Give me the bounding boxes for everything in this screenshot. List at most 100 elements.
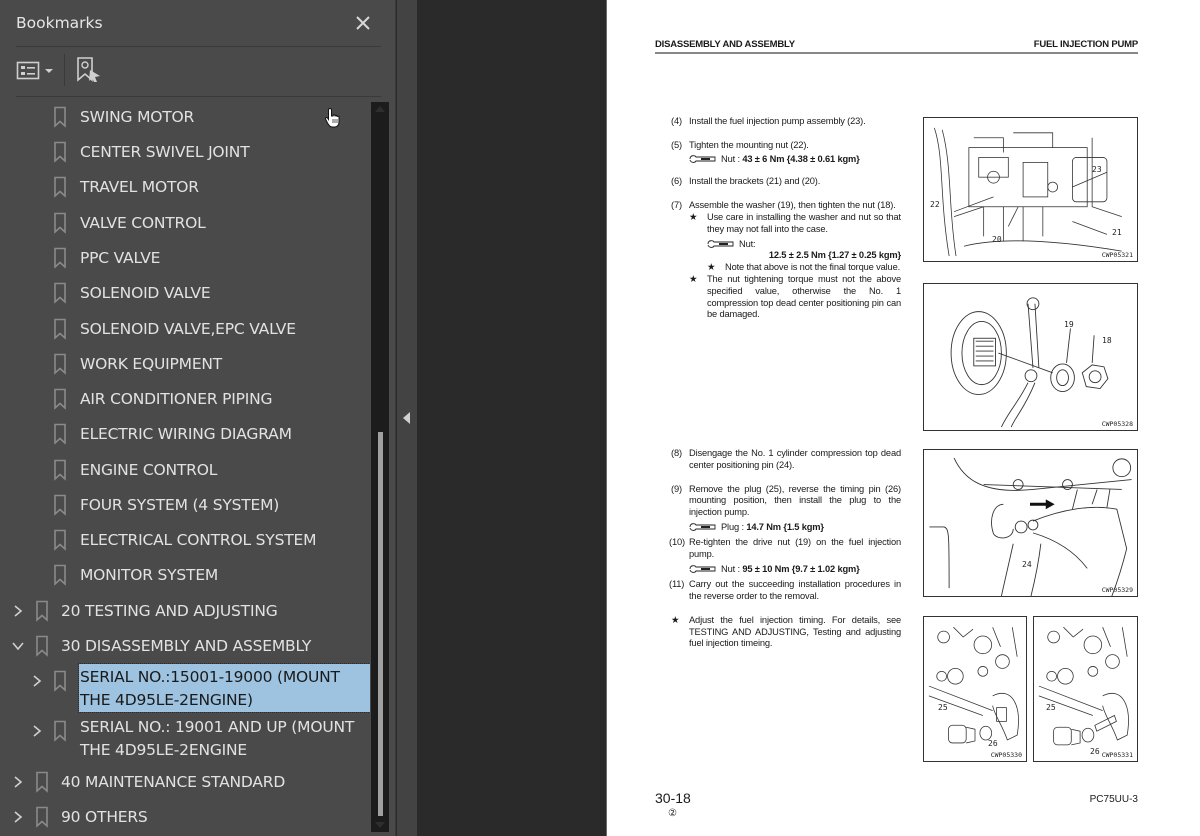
- bookmark-icon: [53, 318, 67, 340]
- bookmark-item[interactable]: WORK EQUIPMENT: [0, 347, 370, 382]
- step-9: (9) Remove the plug (25), reverse the tim…: [671, 483, 901, 518]
- step-5: (5) Tighten the mounting nut (22).: [671, 139, 809, 150]
- bookmark-item[interactable]: 40 MAINTENANCE STANDARD: [0, 765, 370, 800]
- torque-spec: Nut : 43 ± 6 Nm {4.38 ± 0.61 kgm}: [671, 154, 901, 166]
- bookmark-item[interactable]: PPC VALVE: [0, 241, 370, 276]
- bookmark-label: ENGINE CONTROL: [80, 461, 218, 479]
- bookmark-label: CENTER SWIVEL JOINT: [80, 143, 250, 161]
- toolbar-divider: [64, 54, 65, 86]
- bookmark-item[interactable]: SWING MOTOR: [0, 100, 370, 135]
- chevron-right-icon[interactable]: [11, 810, 25, 824]
- bookmark-item[interactable]: SOLENOID VALVE: [0, 276, 370, 311]
- bookmark-item[interactable]: ENGINE CONTROL: [0, 453, 370, 488]
- page-header-topic: FUEL INJECTION PUMP: [1033, 39, 1138, 50]
- scroll-down-arrow[interactable]: [375, 822, 385, 828]
- chevron-right-icon[interactable]: [30, 724, 44, 738]
- bookmark-item[interactable]: SERIAL NO.:15001-19000 (MOUNT THE 4D95LE…: [0, 663, 370, 713]
- divider: [16, 46, 381, 47]
- bookmark-label: PPC VALVE: [80, 249, 161, 267]
- chevron-down-icon[interactable]: [11, 639, 25, 653]
- bookmark-icon: [53, 353, 67, 375]
- bookmark-label: MONITOR SYSTEM: [80, 566, 219, 584]
- bookmark-item[interactable]: FOUR SYSTEM (4 SYSTEM): [0, 488, 370, 523]
- bookmark-item[interactable]: MONITOR SYSTEM: [0, 558, 370, 593]
- figure-pump-assembly: 23 22 20 21 CWP05321: [923, 117, 1138, 262]
- torque-wrench-icon: [689, 154, 716, 163]
- collapse-arrow-icon[interactable]: [403, 412, 410, 424]
- bookmark-icon: [35, 600, 49, 622]
- bookmark-icon: [35, 806, 49, 828]
- bookmark-icon: [53, 388, 67, 410]
- bookmark-icon: [53, 494, 67, 516]
- chevron-down-icon: [45, 69, 53, 73]
- bookmark-label: SERIAL NO.:15001-19000 (MOUNT THE 4D95LE…: [78, 663, 370, 713]
- bookmark-icon: [53, 720, 67, 742]
- bookmark-tree: SWING MOTOR CENTER SWIVEL JOINT TRAVEL MOT…: [0, 92, 370, 836]
- bookmark-label: ELECTRICAL CONTROL SYSTEM: [80, 531, 317, 549]
- steps-block-1: (4) Install the fuel injection pump assem…: [671, 116, 901, 321]
- step-7: (7) Assemble the washer (19), then tighte…: [671, 200, 896, 211]
- pin-illustration: [929, 457, 1132, 596]
- chevron-right-icon[interactable]: [11, 775, 25, 789]
- note: ★ Use care in installing the washer and n…: [689, 211, 901, 234]
- bookmark-item[interactable]: 90 OTHERS: [0, 800, 370, 835]
- scroll-up-arrow[interactable]: [375, 106, 385, 112]
- bookmark-icon: [53, 247, 67, 269]
- page-header-section: DISASSEMBLY AND ASSEMBLY: [655, 39, 795, 50]
- bookmark-item[interactable]: ELECTRIC WIRING DIAGRAM: [0, 417, 370, 452]
- step-11: (11) Carry out the succeeding installatio…: [669, 579, 901, 601]
- bookmark-item[interactable]: SOLENOID VALVE,EPC VALVE: [0, 312, 370, 347]
- bookmark-label: 20 TESTING AND ADJUSTING: [61, 602, 278, 620]
- model-number: PC75UU-3: [1089, 794, 1138, 805]
- bookmark-icon: [53, 106, 67, 128]
- steps-block-2: (8) Disengage the No. 1 cylinder compress…: [669, 448, 901, 650]
- bookmark-item[interactable]: VALVE CONTROL: [0, 206, 370, 241]
- torque-wrench-icon: [689, 523, 716, 531]
- torque-spec: Plug : 14.7 Nm {1.5 kgm}: [671, 522, 901, 534]
- torque-wrench-icon: [689, 565, 716, 574]
- panel-title: Bookmarks: [16, 14, 103, 32]
- torque-spec: Nut: 12.5 ± 2.5 Nm {1.27 ± 0.25 kgm}: [689, 239, 901, 263]
- bookmarks-scrollbar[interactable]: [371, 102, 389, 832]
- list-options-icon: [16, 61, 40, 80]
- bookmark-item[interactable]: 20 TESTING AND ADJUSTING: [0, 594, 370, 629]
- step-4: (4) Install the fuel injection pump assem…: [671, 116, 866, 126]
- figure-washer-nut: 19 18 CWP05328: [923, 283, 1138, 431]
- pdf-page: DISASSEMBLY AND ASSEMBLY FUEL INJECTION …: [606, 0, 1200, 836]
- collapse-panel-strip[interactable]: [397, 0, 417, 836]
- bookmark-item[interactable]: 30 DISASSEMBLY AND ASSEMBLY: [0, 629, 370, 664]
- bookmark-label: TRAVEL MOTOR: [80, 178, 199, 196]
- timing-pin-reversed-illustration: [1038, 626, 1129, 746]
- close-icon[interactable]: [353, 12, 373, 34]
- bookmark-icon: [53, 176, 67, 198]
- scroll-thumb[interactable]: [378, 432, 383, 816]
- bookmark-item[interactable]: CENTER SWIVEL JOINT: [0, 135, 370, 170]
- bookmark-item[interactable]: TRAVEL MOTOR: [0, 170, 370, 205]
- bookmark-label: ELECTRIC WIRING DIAGRAM: [80, 425, 292, 443]
- chevron-right-icon[interactable]: [11, 604, 25, 618]
- bookmarks-panel: Bookmarks SWING MOTOR CENTER SWIVEL JOIN…: [0, 0, 396, 836]
- bookmark-label: AIR CONDITIONER PIPING: [80, 390, 273, 408]
- hand-pointer-cursor-icon: [324, 107, 340, 128]
- bookmark-label: VALVE CONTROL: [80, 214, 206, 232]
- note: ★ Adjust the fuel injection timing. For d…: [671, 614, 901, 649]
- find-current-bookmark-icon[interactable]: [76, 56, 102, 84]
- bookmarks-header: Bookmarks: [16, 12, 379, 34]
- chevron-right-icon[interactable]: [30, 674, 44, 688]
- bookmark-icon: [35, 635, 49, 657]
- bookmark-label: FOUR SYSTEM (4 SYSTEM): [80, 496, 280, 514]
- bookmark-label: SOLENOID VALVE,EPC VALVE: [80, 320, 296, 338]
- bookmark-label: 90 OTHERS: [61, 808, 148, 826]
- torque-wrench-icon: [707, 239, 734, 248]
- bookmark-item[interactable]: AIR CONDITIONER PIPING: [0, 382, 370, 417]
- bookmark-icon: [53, 459, 67, 481]
- bookmark-icon: [53, 670, 67, 692]
- bookmark-label: 30 DISASSEMBLY AND ASSEMBLY: [61, 637, 312, 655]
- step-8: (8) Disengage the No. 1 cylinder compress…: [671, 448, 901, 470]
- pdf-viewer: Bookmarks SWING MOTOR CENTER SWIVEL JOIN…: [0, 0, 1200, 836]
- bookmark-icon: [53, 529, 67, 551]
- options-menu-button[interactable]: [16, 59, 56, 83]
- figure-positioning-pin: 24 CWP05329: [923, 449, 1138, 597]
- bookmark-item[interactable]: SERIAL NO.: 19001 AND UP (MOUNT THE 4D95…: [0, 714, 370, 762]
- bookmark-item[interactable]: ELECTRICAL CONTROL SYSTEM: [0, 523, 370, 558]
